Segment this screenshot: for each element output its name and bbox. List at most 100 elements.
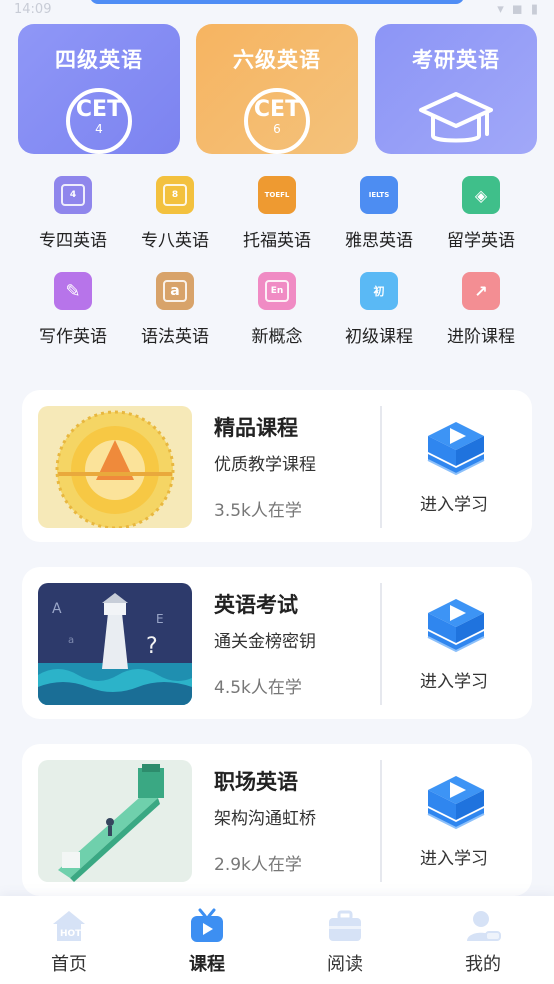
course-name: 英语考试	[214, 593, 298, 617]
divider	[380, 760, 382, 882]
zhuan4-icon-text: 4	[61, 184, 85, 206]
svg-text:A: A	[52, 601, 62, 617]
enter-study-label[interactable]: 进入学习	[420, 844, 488, 869]
new-concept-book-icon: En	[258, 272, 296, 310]
advanced-chart-icon: ↗	[462, 272, 500, 310]
play-book-icon[interactable]	[424, 772, 488, 834]
zhuan8-book-icon: 8	[156, 176, 194, 214]
grammar-icon: a	[156, 272, 194, 310]
lighthouse-image: A E a ?	[38, 583, 192, 705]
divider	[380, 406, 382, 528]
ielts-icon-text: IELTS	[368, 191, 390, 199]
learner-count: 4.5k人在学	[214, 678, 302, 698]
category-label: 专四英语	[39, 231, 107, 251]
advanced-icon-text: ↗	[474, 281, 488, 301]
ielts-icon: IELTS	[360, 176, 398, 214]
tab-label: 阅读	[327, 954, 363, 975]
toefl-icon-text: TOEFL	[264, 191, 290, 199]
badge-main: CET	[75, 97, 123, 122]
exam-card-title: 四级英语	[55, 48, 143, 72]
badge-sub: 6	[273, 122, 281, 136]
badge-main: CET	[253, 97, 301, 122]
learner-count: 3.5k人在学	[214, 501, 302, 521]
exam-card-cet6[interactable]: 六级英语 CET 6	[196, 24, 358, 154]
course-card-workplace[interactable]: 职场英语 架构沟通虹桥 2.9k人在学 进入学习	[22, 744, 532, 896]
svg-text:a: a	[68, 635, 74, 646]
premium-course-thumbnail	[38, 406, 192, 528]
study-abroad-icon: ◈	[462, 176, 500, 214]
toefl-icon: TOEFL	[258, 176, 296, 214]
tab-profile[interactable]: 我的	[414, 896, 552, 984]
category-label: 留学英语	[447, 231, 515, 251]
svg-text:E: E	[156, 612, 164, 626]
category-label: 新概念	[251, 327, 303, 347]
category-grammar[interactable]: a 语法英语	[124, 270, 226, 350]
tab-home[interactable]: HOT 首页	[0, 896, 138, 984]
category-toefl[interactable]: TOEFL 托福英语	[226, 174, 328, 254]
category-label: 写作英语	[39, 327, 107, 347]
graduation-cap-icon	[419, 92, 493, 143]
tab-label: 我的	[465, 954, 501, 975]
premium-sun-image	[38, 406, 192, 528]
exam-course-thumbnail: A E a ?	[38, 583, 192, 705]
course-card-exam[interactable]: A E a ? 英语考试 通关金榜密钥 4.5k人在学 进入学习	[22, 567, 532, 719]
exam-card-postgraduate[interactable]: 考研英语	[375, 24, 537, 154]
enter-study-label[interactable]: 进入学习	[420, 667, 488, 692]
cet4-badge-icon: CET 4	[66, 88, 132, 154]
category-writing[interactable]: ✎ 写作英语	[22, 270, 124, 350]
enter-study-label[interactable]: 进入学习	[420, 490, 488, 515]
course-card-premium[interactable]: 精品课程 优质教学课程 3.5k人在学 进入学习	[22, 390, 532, 542]
learner-count: 2.9k人在学	[214, 855, 302, 875]
briefcase-icon	[329, 910, 361, 941]
tab-label: 课程	[189, 954, 225, 975]
grammar-icon-text: a	[163, 280, 187, 302]
category-ielts[interactable]: IELTS 雅思英语	[328, 174, 430, 254]
study-abroad-icon-text: ◈	[474, 185, 488, 205]
writing-icon-text: ✎	[65, 280, 81, 302]
tab-label: 首页	[51, 954, 87, 975]
course-desc: 优质教学课程	[214, 455, 316, 475]
category-label: 语法英语	[141, 327, 209, 347]
play-book-icon[interactable]	[424, 595, 488, 657]
course-desc: 架构沟通虹桥	[214, 809, 316, 829]
writing-pencil-icon: ✎	[54, 272, 92, 310]
play-book-icon[interactable]	[424, 418, 488, 480]
category-zhuan8[interactable]: 8 专八英语	[124, 174, 226, 254]
zhuan8-icon-text: 8	[163, 184, 187, 206]
new-concept-icon-text: En	[265, 280, 289, 302]
category-beginner[interactable]: 初 初级课程	[328, 270, 430, 350]
status-icons: ▾ ◼ ▮	[497, 2, 540, 17]
workplace-course-thumbnail	[38, 760, 192, 882]
home-hot-icon: HOT	[53, 911, 85, 941]
tv-play-icon	[191, 908, 223, 942]
category-label: 进阶课程	[447, 327, 515, 347]
category-advanced[interactable]: ↗ 进阶课程	[430, 270, 532, 350]
tab-courses[interactable]: 课程	[138, 896, 276, 984]
beginner-icon: 初	[360, 272, 398, 310]
tab-reading[interactable]: 阅读	[276, 896, 414, 984]
divider	[380, 583, 382, 705]
category-study-abroad[interactable]: ◈ 留学英语	[430, 174, 532, 254]
exam-cards: 四级英语 CET 4 六级英语 CET 6 考研英语	[18, 24, 538, 154]
svg-text:HOT: HOT	[60, 929, 82, 939]
course-name: 职场英语	[214, 770, 298, 794]
user-icon	[467, 911, 501, 941]
svg-text:?: ?	[146, 634, 158, 659]
bottom-tab-bar: HOT 首页 课程 阅读 我的	[0, 896, 554, 984]
category-label: 专八英语	[141, 231, 209, 251]
badge-sub: 4	[95, 122, 103, 136]
category-label: 托福英语	[243, 231, 311, 251]
zhuan4-book-icon: 4	[54, 176, 92, 214]
exam-card-title: 六级英语	[233, 48, 321, 72]
cet6-badge-icon: CET 6	[244, 88, 310, 154]
search-bar-edge[interactable]	[90, 0, 464, 4]
exam-card-cet4[interactable]: 四级英语 CET 4	[18, 24, 180, 154]
category-zhuan4[interactable]: 4 专四英语	[22, 174, 124, 254]
exam-card-title: 考研英语	[412, 48, 500, 72]
course-name: 精品课程	[214, 416, 298, 440]
status-time: 14:09	[14, 2, 52, 17]
category-label: 雅思英语	[345, 231, 413, 251]
bridge-image	[38, 760, 192, 882]
beginner-icon-text: 初	[373, 285, 385, 298]
category-new-concept[interactable]: En 新概念	[226, 270, 328, 350]
